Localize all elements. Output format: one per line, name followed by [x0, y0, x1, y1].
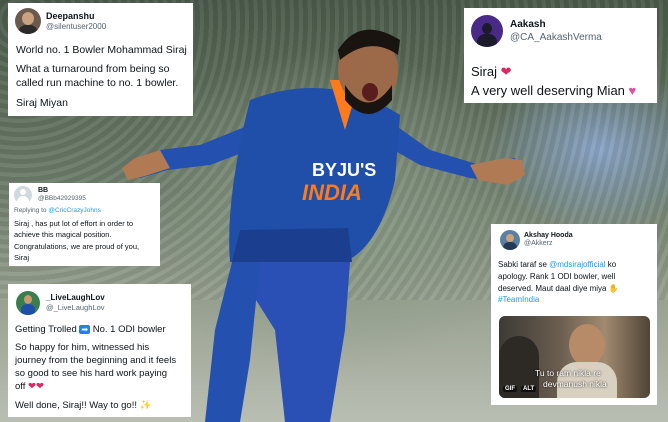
tweet-text-line: Getting Trolled ➡ No. 1 ODI bowler: [15, 324, 166, 335]
alt-badge[interactable]: ALT: [521, 386, 537, 392]
tweet-author-handle: @_LiveLaughLov: [46, 303, 105, 312]
tweet-author-name: _LiveLaughLov: [46, 293, 105, 302]
tweet-text-line: so good to see his hard work paying: [15, 368, 168, 379]
tweet-text: ko: [605, 260, 617, 269]
tweet-text: deserved. Maut daal diye miya: [498, 284, 607, 293]
tweet-text-line: Siraj Miyan: [16, 97, 68, 109]
red-heart-icon: ❤: [36, 381, 44, 392]
hashtag-link[interactable]: #TeamIndia: [498, 295, 539, 304]
tweet-author-name: Deepanshu: [46, 11, 95, 21]
tweet-text-line: What a turnaround from being so: [16, 63, 170, 75]
tweet-text-line: Siraj , has put lot of effort in order t…: [14, 219, 134, 228]
tweet-text-line: Siraj ❤: [471, 64, 512, 80]
avatar: [16, 291, 40, 315]
tweet-text-line: Sabki taraf se @mdsirajofficial ko: [498, 260, 616, 269]
tweet-card-deepanshu: Deepanshu @silentuser2000 World no. 1 Bo…: [8, 3, 193, 116]
tweet-text-line: achieve this magical position.: [14, 230, 112, 239]
tweet-text-line: Well done, Siraj!! Way to go!! ✨: [15, 400, 151, 411]
avatar: [500, 230, 520, 250]
tweet-text: A very well deserving Mian: [471, 83, 625, 98]
tweet-text-line: Congratulations, we are proud of you,: [14, 242, 140, 251]
red-heart-icon: ❤: [28, 381, 36, 392]
jersey-sponsor: BYJU'S: [312, 160, 376, 180]
tweet-text: Siraj: [471, 64, 498, 79]
clap-icon: ✋: [608, 284, 619, 293]
tweet-author-handle: @Akkerz: [524, 240, 553, 247]
tweet-text-line: journey from the beginning and it feels: [15, 355, 177, 366]
tweet-text: off: [15, 381, 26, 392]
tweet-author-handle: @BBb42929395: [38, 195, 86, 202]
tweet-text-line: apology. Rank 1 ODI bowler, well: [498, 272, 616, 281]
avatar: [471, 15, 503, 47]
reply-mention-link[interactable]: @CricCrazyJohns: [48, 207, 100, 214]
tweet-text: No. 1 ODI bowler: [90, 324, 166, 335]
tweet-card-bb: BB @BBb42929395 Replying to @CricCrazyJo…: [9, 183, 160, 266]
tweet-text: Sabki taraf se: [498, 260, 550, 269]
tweet-text-line: Siraj: [14, 253, 30, 262]
tweet-text-line: deserved. Maut daal diye miya ✋: [498, 284, 619, 293]
tweet-text-line: off ❤❤: [15, 381, 44, 392]
reply-context: Replying to @CricCrazyJohns: [14, 207, 101, 214]
mention-link[interactable]: @mdsirajofficial: [549, 260, 605, 269]
gif-person: [569, 324, 605, 366]
tweet-author-handle: @CA_AakashVerma: [510, 32, 602, 43]
gif-caption-line: devmanush nikla: [543, 379, 607, 389]
gif-media[interactable]: Tu to ram nikla re devmanush nikla GIF A…: [499, 316, 650, 398]
tweet-text-line: A very well deserving Mian ♥: [471, 83, 636, 98]
tweet-text: Getting Trolled: [15, 324, 80, 335]
tweet-author-name: BB: [38, 187, 49, 194]
gif-badge: GIF: [503, 386, 517, 392]
tweet-card-akshay-hooda: Akshay Hooda @Akkerz Sabki taraf se @mds…: [491, 224, 657, 405]
jersey-country: INDIA: [302, 180, 362, 205]
tweet-card-livelaughlov: _LiveLaughLov @_LiveLaughLov Getting Tro…: [8, 284, 191, 417]
tweet-text-line: So happy for him, witnessed his: [15, 342, 150, 353]
tweet-author-name: Aakash: [510, 19, 546, 30]
reply-prefix: Replying to: [14, 207, 47, 214]
tweet-author-name: Akshay Hooda: [524, 232, 573, 239]
sparkling-heart-icon: ♥: [628, 83, 637, 98]
tweet-author-handle: @silentuser2000: [46, 22, 107, 31]
right-arrow-icon: ➡: [79, 325, 91, 334]
gif-caption-line: Tu to ram nikla re: [535, 368, 601, 378]
tweet-text-line: called run machine to no. 1 bowler.: [16, 77, 179, 89]
dizzy-icon: ✨: [139, 400, 152, 411]
tweet-card-aakash: Aakash @CA_AakashVerma Siraj ❤ A very we…: [464, 8, 657, 103]
tweet-text-line: World no. 1 Bowler Mohammad Siraj: [16, 44, 187, 56]
avatar: [15, 8, 41, 34]
tweet-text: Well done, Siraj!! Way to go!!: [15, 400, 137, 411]
avatar: [14, 186, 32, 204]
red-heart-icon: ❤: [500, 64, 512, 79]
